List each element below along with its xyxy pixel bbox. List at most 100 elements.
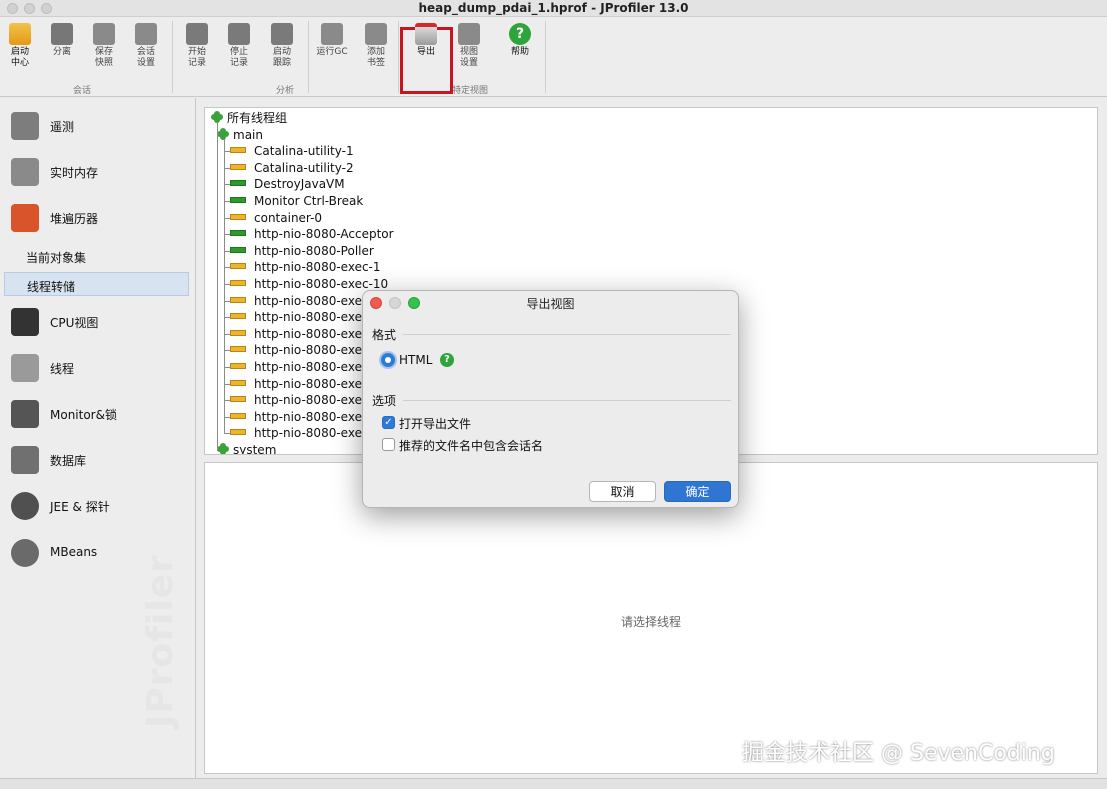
start-tracking-label: 启动 跟踪	[272, 47, 291, 68]
add-bookmark-button[interactable]: 添加 书签	[356, 23, 396, 83]
start-center-icon	[9, 23, 31, 45]
tree-thread-row[interactable]: http-nio-8080-Poller	[230, 243, 374, 259]
export-icon	[415, 23, 437, 45]
start-tracking-button[interactable]: 启动 跟踪	[262, 23, 302, 83]
thread-group-icon	[217, 443, 229, 454]
thread-state-icon	[230, 346, 246, 353]
threads-icon	[11, 354, 39, 382]
help-icon[interactable]: ?	[440, 353, 454, 367]
thread-state-icon	[230, 163, 246, 170]
tree-node-label: system	[233, 443, 277, 455]
ok-button[interactable]: 确定	[664, 481, 731, 502]
tree-node-label: http-nio-8080-exe	[254, 360, 362, 374]
run-gc-button[interactable]: 运行GC	[312, 23, 352, 83]
sidebar-item-mbeans[interactable]: MBeans	[0, 533, 196, 573]
tree-thread-row[interactable]: http-nio-8080-Acceptor	[230, 226, 394, 242]
tree-thread-row[interactable]: DestroyJavaVM	[230, 176, 345, 192]
sidebar-item-label: 数据库	[50, 454, 87, 468]
tree-thread-row[interactable]: http-nio-8080-exec-1	[230, 259, 381, 275]
mbeans-icon	[11, 539, 39, 567]
sidebar-item-jee-probes[interactable]: JEE & 探针	[0, 486, 196, 526]
stop-recording-label: 停止 记录	[229, 47, 248, 68]
tree-thread-row[interactable]: http-nio-8080-exe	[230, 326, 362, 342]
tree-thread-row[interactable]: http-nio-8080-exe	[230, 293, 362, 309]
sidebar-item-databases[interactable]: 数据库	[0, 440, 196, 480]
view-selector-sidebar: JProfiler 遥测实时内存堆遍历器 CPU视图线程 Monitor&锁数据库 J…	[0, 98, 196, 789]
options-section-divider	[403, 400, 731, 401]
tree-thread-group-system[interactable]: system	[217, 442, 277, 455]
export-view-dialog: 导出视图 格式 HTML ? 选项 ✓ 打开导出文件 推荐的文件名中包含会话名 …	[362, 290, 739, 508]
open-exported-file-label: 打开导出文件	[399, 417, 472, 431]
include-session-name-checkbox[interactable]	[382, 438, 395, 451]
tree-thread-row[interactable]: http-nio-8080-exe	[230, 425, 362, 441]
toolbar-group-analysis: 分析	[276, 86, 295, 96]
tree-thread-row[interactable]: Monitor Ctrl-Break	[230, 193, 363, 209]
html-format-label: HTML	[399, 353, 433, 367]
export-button[interactable]: 导出	[406, 23, 446, 83]
thread-state-icon	[230, 379, 246, 386]
live-memory-icon	[11, 158, 39, 186]
help-icon: ?	[509, 23, 531, 45]
tree-thread-row[interactable]: http-nio-8080-exe	[230, 392, 362, 408]
sidebar-item-label: MBeans	[50, 545, 98, 559]
sidebar-item-live-memory[interactable]: 实时内存	[0, 152, 196, 192]
site-watermark: 掘金技术社区 @ SevenCoding	[742, 741, 1055, 766]
session-settings-label: 会话 设置	[136, 47, 155, 68]
start-center-button[interactable]: 启动 中心	[0, 23, 40, 83]
start-center-label: 启动 中心	[10, 47, 29, 68]
tree-thread-row[interactable]: Catalina-utility-2	[230, 160, 354, 176]
start-recording-button[interactable]: 开始 记录	[177, 23, 217, 83]
thread-state-icon	[230, 280, 246, 286]
tree-node-label: Catalina-utility-2	[254, 160, 354, 175]
tree-thread-row[interactable]: Catalina-utility-1	[230, 143, 354, 159]
format-section-divider	[403, 334, 731, 335]
sidebar-item-monitors-locks[interactable]: Monitor&锁	[0, 394, 196, 434]
tree-root-all-thread-groups[interactable]: 所有线程组	[211, 110, 287, 126]
heap-walker-icon	[11, 204, 39, 232]
sidebar-item-threads[interactable]: 线程	[0, 348, 196, 388]
toolbar-separator	[172, 21, 173, 93]
sidebar-item-label: 遥测	[50, 120, 75, 134]
jprofiler-sidebar-watermark: JProfiler	[140, 554, 181, 728]
select-thread-placeholder: 请选择线程	[620, 615, 681, 629]
detach-button[interactable]: 分离	[42, 23, 82, 83]
html-format-radio[interactable]	[381, 353, 395, 367]
view-settings-button[interactable]: 视图 设置	[449, 23, 489, 83]
thread-state-icon	[230, 296, 246, 303]
tree-thread-row[interactable]: http-nio-8080-exe	[230, 409, 362, 425]
tree-scrollbar[interactable]	[1088, 110, 1095, 450]
thread-state-icon	[230, 213, 246, 220]
sidebar-item-heap-walker[interactable]: 堆遍历器	[0, 198, 196, 238]
save-snapshot-button[interactable]: 保存 快照	[84, 23, 124, 83]
add-bookmark-icon	[365, 23, 387, 45]
tree-thread-row[interactable]: http-nio-8080-exe	[230, 376, 362, 392]
cancel-button[interactable]: 取消	[589, 481, 656, 502]
tree-thread-row[interactable]: http-nio-8080-exe	[230, 309, 362, 325]
tree-thread-row[interactable]: http-nio-8080-exec-10	[230, 276, 388, 292]
stop-recording-icon	[228, 23, 250, 45]
tree-connector-line	[217, 122, 218, 450]
tree-node-label: container-0	[254, 210, 323, 225]
toolbar-separator	[308, 21, 309, 93]
sidebar-item-cpu-views[interactable]: CPU视图	[0, 302, 196, 342]
toolbar-separator	[545, 21, 546, 93]
sidebar-item-telemetry[interactable]: 遥测	[0, 106, 196, 146]
tree-node-label: http-nio-8080-exe	[254, 293, 362, 308]
save-snapshot-icon	[93, 23, 115, 45]
tree-node-label: http-nio-8080-exe	[254, 426, 362, 441]
sidebar-item-label: CPU视图	[50, 316, 99, 330]
tree-thread-row[interactable]: container-0	[230, 210, 322, 226]
tree-node-label: http-nio-8080-exe	[254, 376, 362, 391]
stop-recording-button[interactable]: 停止 记录	[219, 23, 259, 83]
tree-thread-row[interactable]: http-nio-8080-exe	[230, 342, 362, 358]
open-exported-file-checkbox[interactable]: ✓	[382, 416, 395, 429]
session-settings-button[interactable]: 会话 设置	[126, 23, 166, 83]
tree-connector-line	[224, 139, 225, 434]
tree-thread-row[interactable]: http-nio-8080-exe	[230, 359, 362, 375]
thread-state-icon	[230, 180, 246, 187]
sidebar-subitem-current-object-set[interactable]: 当前对象集	[4, 244, 189, 268]
status-bar	[0, 778, 1107, 789]
dialog-title: 导出视图	[526, 297, 575, 311]
sidebar-subitem-thread-dump[interactable]: 线程转储	[4, 272, 189, 296]
help-button[interactable]: ? 帮助	[500, 23, 540, 83]
